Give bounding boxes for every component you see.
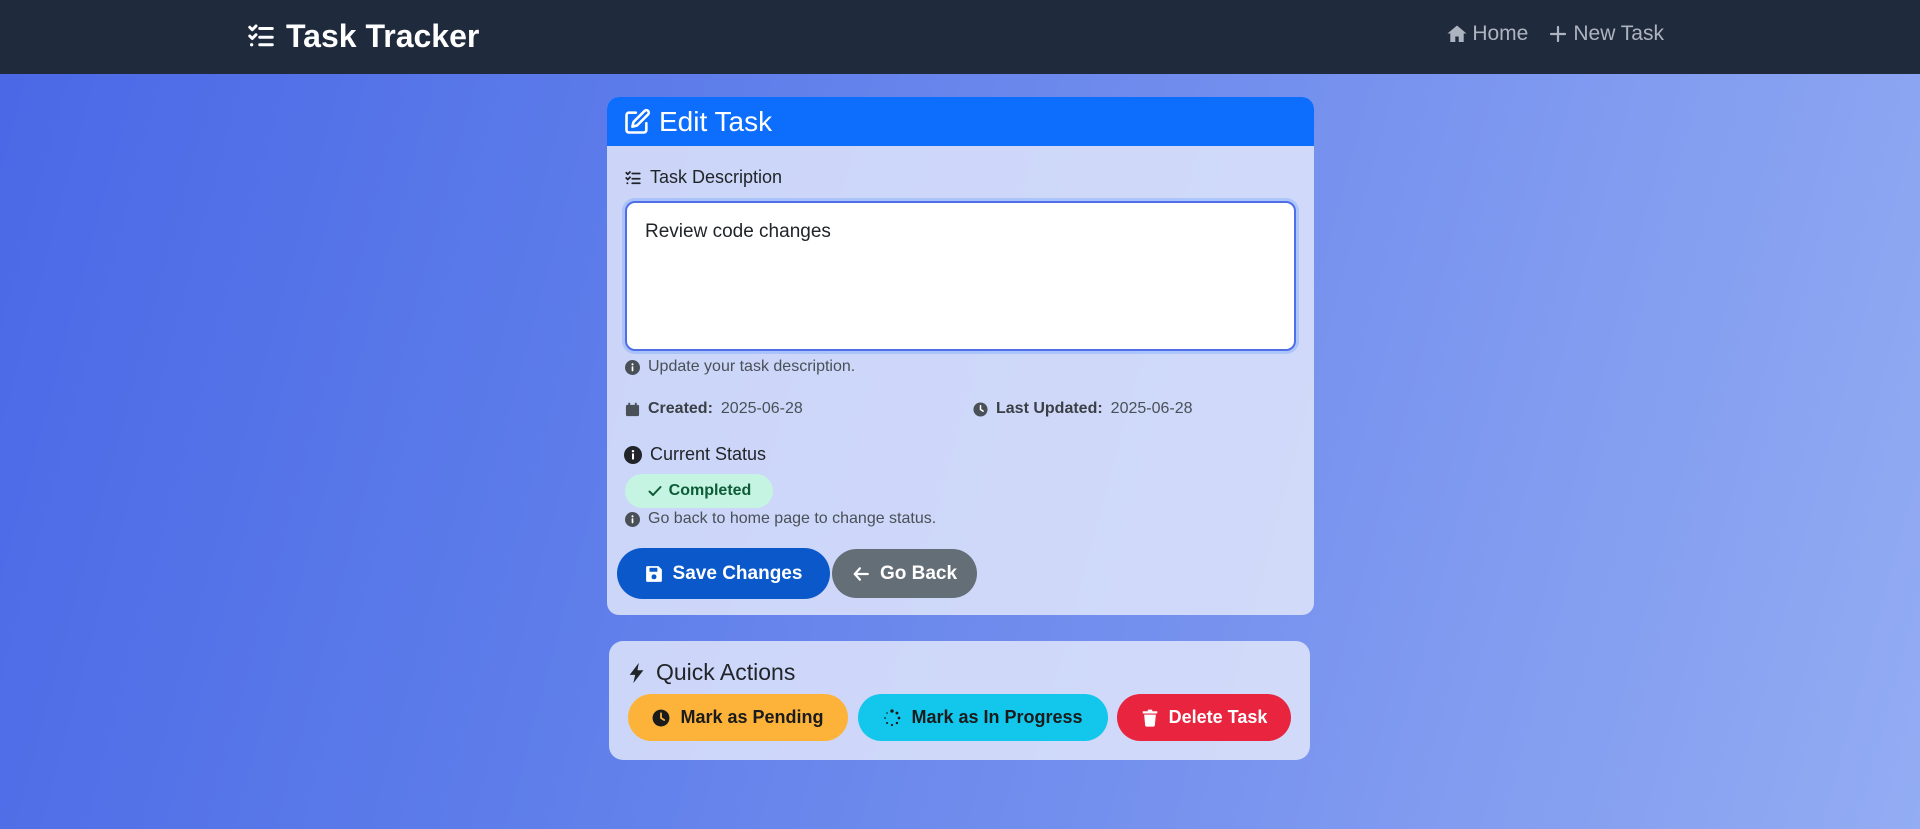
updated-label: Last Updated: <box>996 400 1103 417</box>
plus-icon <box>1550 25 1567 43</box>
brand-title: Task Tracker <box>286 17 480 54</box>
home-icon <box>1447 25 1467 42</box>
status-help: Go back to home page to change status. <box>625 510 936 528</box>
created-value: 2025-06-28 <box>720 400 803 417</box>
go-back-button[interactable]: Go Back <box>832 549 977 598</box>
mark-in-progress-label: Mark as In Progress <box>911 707 1083 727</box>
calendar-icon <box>625 402 640 416</box>
nav-home-link[interactable]: Home <box>1445 22 1528 46</box>
brand[interactable]: Task Tracker <box>246 18 479 54</box>
nav-links: Home New Task <box>1445 22 1664 46</box>
description-label-text: Task Description <box>650 167 783 187</box>
quick-actions-card: Quick Actions Mark as Pending Mark as In… <box>609 641 1310 760</box>
created-meta: Created: 2025-06-28 <box>625 400 803 418</box>
info-circle-icon <box>625 359 640 375</box>
quick-actions-title: Quick Actions <box>626 659 795 686</box>
description-textarea[interactable]: Review code changes <box>625 201 1296 351</box>
save-changes-label: Save Changes <box>672 562 803 584</box>
description-label: Task Description <box>624 167 782 188</box>
clock-icon <box>973 401 988 417</box>
mark-in-progress-button[interactable]: Mark as In Progress <box>858 694 1108 741</box>
clock-icon <box>653 709 670 726</box>
check-icon <box>648 486 662 496</box>
nav-home-label: Home <box>1472 22 1529 45</box>
description-help: Update your task description. <box>625 358 855 376</box>
save-changes-button[interactable]: Save Changes <box>617 548 830 599</box>
list-check-icon <box>248 24 274 47</box>
bolt-icon <box>629 662 644 683</box>
spinner-icon <box>884 708 901 726</box>
save-icon <box>645 565 662 582</box>
delete-task-button[interactable]: Delete Task <box>1117 694 1291 741</box>
arrow-left-icon <box>853 566 869 581</box>
nav-new-task-link[interactable]: New Task <box>1546 22 1664 46</box>
description-help-text: Update your task description. <box>648 358 856 375</box>
quick-actions-title-text: Quick Actions <box>656 659 796 685</box>
mark-pending-label: Mark as Pending <box>680 707 824 727</box>
list-check-icon <box>625 170 641 184</box>
info-circle-icon <box>625 511 640 527</box>
info-circle-icon <box>624 445 642 464</box>
card-title: Edit Task <box>659 105 773 137</box>
status-help-text: Go back to home page to change status. <box>648 510 937 527</box>
edit-icon <box>625 108 651 134</box>
navbar: Task Tracker Home New Task <box>0 0 1920 74</box>
trash-icon <box>1142 709 1157 727</box>
card-header: Edit Task <box>607 97 1314 146</box>
status-label: Current Status <box>624 444 766 465</box>
updated-meta: Last Updated: 2025-06-28 <box>973 400 1193 418</box>
updated-value: 2025-06-28 <box>1110 400 1193 417</box>
mark-pending-button[interactable]: Mark as Pending <box>628 694 848 741</box>
status-badge: Completed <box>625 474 773 508</box>
status-label-text: Current Status <box>650 444 767 464</box>
go-back-label: Go Back <box>879 562 958 584</box>
nav-new-task-label: New Task <box>1573 22 1664 45</box>
created-label: Created: <box>648 400 713 417</box>
delete-task-label: Delete Task <box>1168 707 1268 727</box>
status-badge-text: Completed <box>668 482 752 499</box>
edit-task-card: Edit Task Task Description Review code c… <box>607 97 1314 615</box>
